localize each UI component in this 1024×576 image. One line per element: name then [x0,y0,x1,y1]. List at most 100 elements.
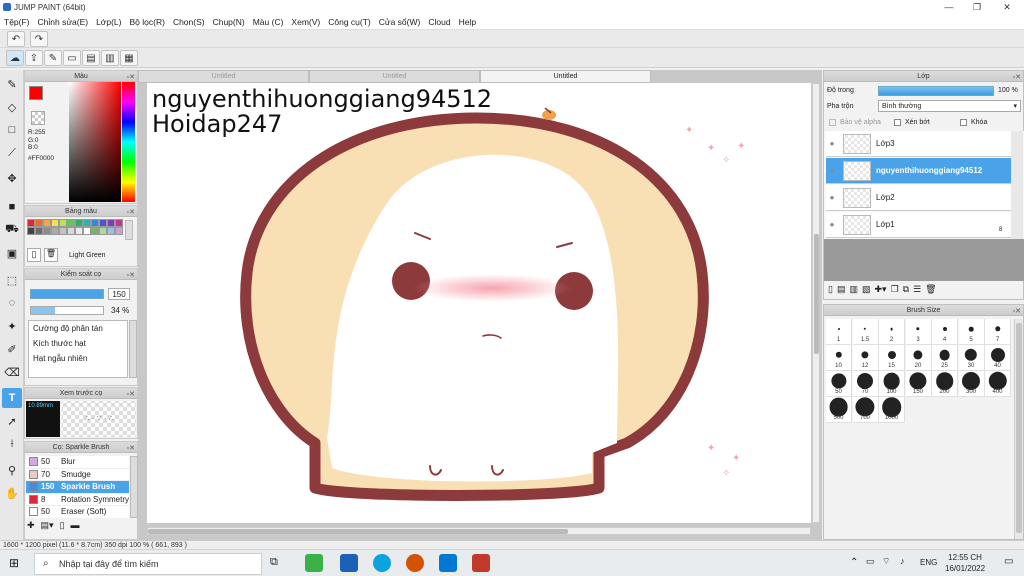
brush-size-option[interactable]: 200 [932,371,958,397]
menu-filter[interactable]: Bộ lọc(R) [126,17,169,27]
maximize-button[interactable]: ❐ [962,0,992,14]
brush-size-option[interactable]: 10 [826,345,852,371]
brush-size-option[interactable]: 1000 [879,397,905,423]
canvas-horizontal-scrollbar[interactable] [147,527,811,535]
brush-size-option[interactable]: 20 [905,345,932,371]
color-swatch[interactable] [83,227,91,235]
wifi-icon[interactable]: ⌔ [882,556,890,567]
hand-tool-icon[interactable]: ✋ [2,483,22,503]
color-swatch[interactable] [51,219,59,227]
new-raster-layer-icon[interactable]: ▥ [849,284,858,295]
protect-alpha-toggle[interactable]: Bảo vệ alpha [829,119,881,126]
menu-window[interactable]: Cửa sổ(W) [375,17,425,27]
brush-size-option[interactable]: 50 [826,371,852,397]
minimize-button[interactable]: — [934,0,964,14]
color-swatch[interactable] [27,227,35,235]
brush-list-item[interactable]: 50 Eraser (Soft) [26,506,129,518]
brush-size-field[interactable]: 150 [108,288,130,300]
lasso-tool-icon[interactable]: ◌ [2,293,22,313]
brush-size-option[interactable]: 70 [852,371,879,397]
taskbar-search-box[interactable]: ⌕ Nhập tại đây để tìm kiếm [34,553,262,575]
menu-select[interactable]: Chọn(S) [169,17,209,27]
layer-row[interactable]: ● Lớp2 [826,185,1011,211]
color-swatch[interactable] [115,219,123,227]
share-icon[interactable]: ⇪ [25,50,43,66]
color-swatch[interactable] [83,219,91,227]
color-swatch[interactable] [51,227,59,235]
canvas-text-layer[interactable]: nguyenthihuonggiang94512 Hoidap247 [152,87,492,137]
tab-untitled-1[interactable]: Untitled [138,70,309,83]
color-swatch[interactable] [67,227,75,235]
battery-icon[interactable]: ▭ [866,556,875,567]
select-rect-tool-icon[interactable]: ⬚ [2,270,22,290]
brush-size-option[interactable]: 4 [932,319,958,345]
skype-app-icon[interactable] [373,554,391,572]
rectangle-tool-icon[interactable]: □ [2,120,22,140]
panel-close-icon[interactable]: ▫✕ [127,389,135,400]
dropper-tool-icon[interactable]: ⚲ [2,460,22,480]
saturation-value-picker[interactable] [69,82,121,202]
panel-close-icon[interactable]: ▫✕ [127,443,135,454]
new-layer-folder-icon[interactable]: ▤ [837,284,846,295]
move-tool-icon[interactable]: ✥ [2,168,22,188]
brush-size-option[interactable]: 25 [932,345,958,371]
grid-icon[interactable]: ▦ [120,50,138,66]
layer-list-scrollbar[interactable] [1011,131,1023,239]
drawing-canvas[interactable]: nguyenthihuonggiang94512 Hoidap247 ✦ ✦ ✧… [147,83,811,523]
layer-visibility-icon[interactable]: ● [826,220,838,229]
color-swatch[interactable] [91,219,99,227]
color-swatch[interactable] [35,219,43,227]
color-swatch[interactable] [107,219,115,227]
brush-size-option[interactable]: 150 [905,371,932,397]
language-indicator[interactable]: ENG [920,558,937,567]
gradient-tool-icon[interactable]: ▣ [2,243,22,263]
brush-size-option[interactable]: 40 [985,345,1011,371]
undo-icon[interactable]: ↶ [7,31,25,47]
brush-opacity-slider[interactable] [30,306,104,315]
brush-size-option[interactable]: 2 [879,319,905,345]
line-tool-icon[interactable]: ⟋ [2,143,22,163]
redo-icon[interactable]: ↷ [30,31,48,47]
operation-tool-icon[interactable]: ➚ [2,411,22,431]
jump-paint-app-icon[interactable] [472,554,490,572]
pen-tool-icon[interactable]: ✎ [2,74,22,94]
magic-wand-tool-icon[interactable]: ✦ [2,316,22,336]
brush-size-option[interactable]: 300 [958,371,985,397]
chrome-app-icon[interactable] [305,554,323,572]
color-swatch[interactable] [91,227,99,235]
clock[interactable]: 12:55 CH 16/01/2022 [945,552,985,574]
volume-icon[interactable]: ♪ [900,556,905,566]
color-swatch[interactable] [99,227,107,235]
brush-size-option[interactable]: 5 [958,319,985,345]
brush-size-scrollbar[interactable] [1014,319,1023,539]
new-halftone-layer-icon[interactable]: ▧ [862,284,871,295]
brush-size-option[interactable]: 100 [879,371,905,397]
brush-size-option[interactable]: 15 [879,345,905,371]
panel-close-icon[interactable]: ▫✕ [1013,72,1021,83]
layer-row[interactable]: ● nguyenthihuonggiang94512 [826,158,1011,184]
menu-color[interactable]: Màu (C) [249,17,288,27]
menu-capture[interactable]: Chụp(N) [209,17,249,27]
swatch-delete-icon[interactable]: 🗑 [44,248,58,262]
tab-untitled-3[interactable]: Untitled [480,70,651,83]
brush-size-slider[interactable] [30,289,104,299]
tray-chevron-up-icon[interactable]: ⌃ [850,557,858,568]
layer-visibility-icon[interactable]: ● [826,139,838,148]
color-swatch[interactable] [59,227,67,235]
brush-copy-icon[interactable]: ▯ [60,520,65,531]
panel-close-icon[interactable]: ▫✕ [127,207,135,218]
windows-start-icon[interactable]: ⊞ [9,556,19,570]
menu-tools[interactable]: Công cụ(T) [324,17,375,27]
layer-opacity-slider[interactable] [878,86,994,96]
swatch-scrollbar[interactable] [125,220,133,240]
brush-list-item[interactable]: 50 Blur [26,456,129,469]
lock-toggle[interactable]: Khóa [960,119,987,126]
blend-mode-select[interactable]: Bình thường ▾ [878,100,1021,112]
merge-layer-icon[interactable]: ⧉ [903,284,909,295]
brush-size-option[interactable]: 7 [985,319,1011,345]
select-eraser-tool-icon[interactable]: ⌫ [2,362,22,382]
foreground-color-swatch[interactable] [29,86,43,100]
layer-row[interactable]: ● Lớp3 [826,131,1011,157]
menu-help[interactable]: Help [455,17,480,27]
text-tool-icon[interactable]: T [2,388,22,408]
